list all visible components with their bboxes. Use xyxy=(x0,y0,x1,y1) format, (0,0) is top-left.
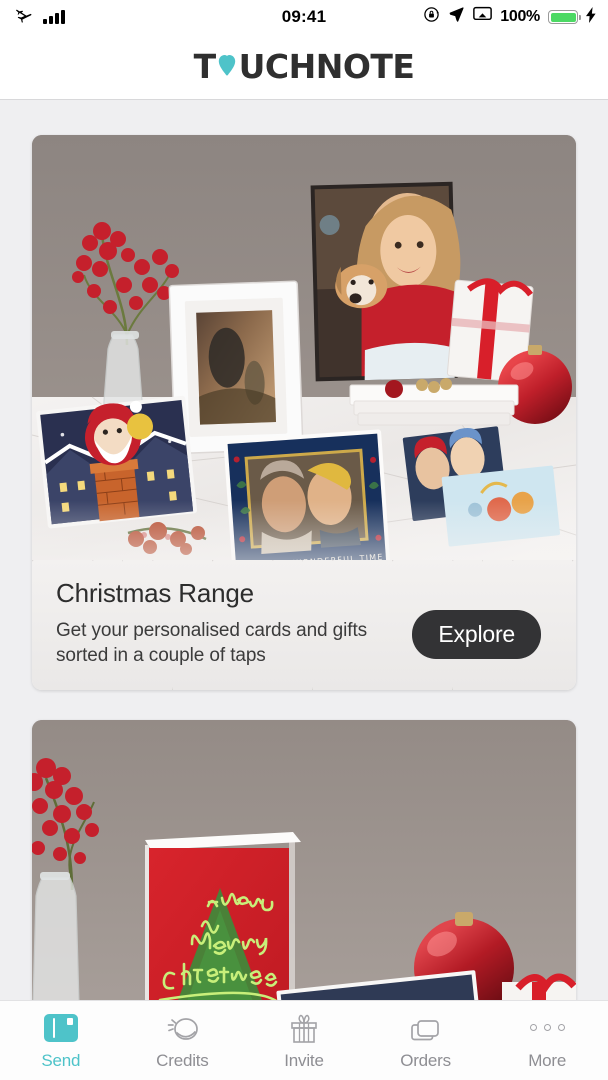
lightning-bolt-icon xyxy=(586,6,596,28)
merry-christmas-card-photo xyxy=(32,720,576,1000)
tab-more[interactable]: More xyxy=(486,1001,608,1080)
explore-button[interactable]: Explore xyxy=(412,610,541,659)
promo-subtitle: Get your personalised cards and gifts so… xyxy=(56,620,368,667)
heart-icon xyxy=(215,53,239,77)
status-bar: 09:41 100% xyxy=(0,0,608,34)
promo-caption: Christmas Range Get your personalised ca… xyxy=(32,560,576,690)
promo-card-christmas-range[interactable]: THE MOST WONDERFUL TIME xyxy=(32,135,576,690)
battery-icon xyxy=(548,10,581,24)
rotation-lock-icon xyxy=(423,6,440,28)
promo-feed-scroll[interactable]: THE MOST WONDERFUL TIME xyxy=(0,101,608,1000)
coin-icon xyxy=(163,1011,201,1045)
app-header: T UCHNOTE xyxy=(0,34,608,100)
three-dots-icon xyxy=(528,1011,566,1045)
tab-orders-label: Orders xyxy=(400,1050,451,1070)
status-bar-right: 100% xyxy=(423,0,596,34)
tab-credits-label: Credits xyxy=(156,1050,209,1070)
logo-text-suffix: UCHNOTE xyxy=(238,47,415,86)
tab-invite[interactable]: Invite xyxy=(243,1001,365,1080)
logo-text-prefix: T xyxy=(193,47,217,86)
tab-orders[interactable]: Orders xyxy=(365,1001,487,1080)
location-arrow-icon xyxy=(448,6,465,28)
tab-send[interactable]: Send xyxy=(0,1001,122,1080)
stacked-cards-icon xyxy=(407,1011,445,1045)
postcard-icon xyxy=(42,1011,80,1045)
promo-card-merry-christmas[interactable] xyxy=(32,720,576,1000)
gift-icon xyxy=(285,1011,323,1045)
battery-percent-label: 100% xyxy=(500,8,540,25)
bottom-tab-bar: Send Credits Invite Orders More xyxy=(0,1000,608,1080)
christmas-range-product-photo: THE MOST WONDERFUL TIME xyxy=(32,135,576,560)
tab-more-label: More xyxy=(528,1050,567,1070)
tab-credits[interactable]: Credits xyxy=(122,1001,244,1080)
touchnote-logo[interactable]: T UCHNOTE xyxy=(194,47,415,86)
tab-send-label: Send xyxy=(41,1050,81,1070)
screen-mirroring-icon xyxy=(473,6,493,28)
tab-invite-label: Invite xyxy=(284,1050,324,1070)
page-title: Christmas Range xyxy=(56,578,254,608)
